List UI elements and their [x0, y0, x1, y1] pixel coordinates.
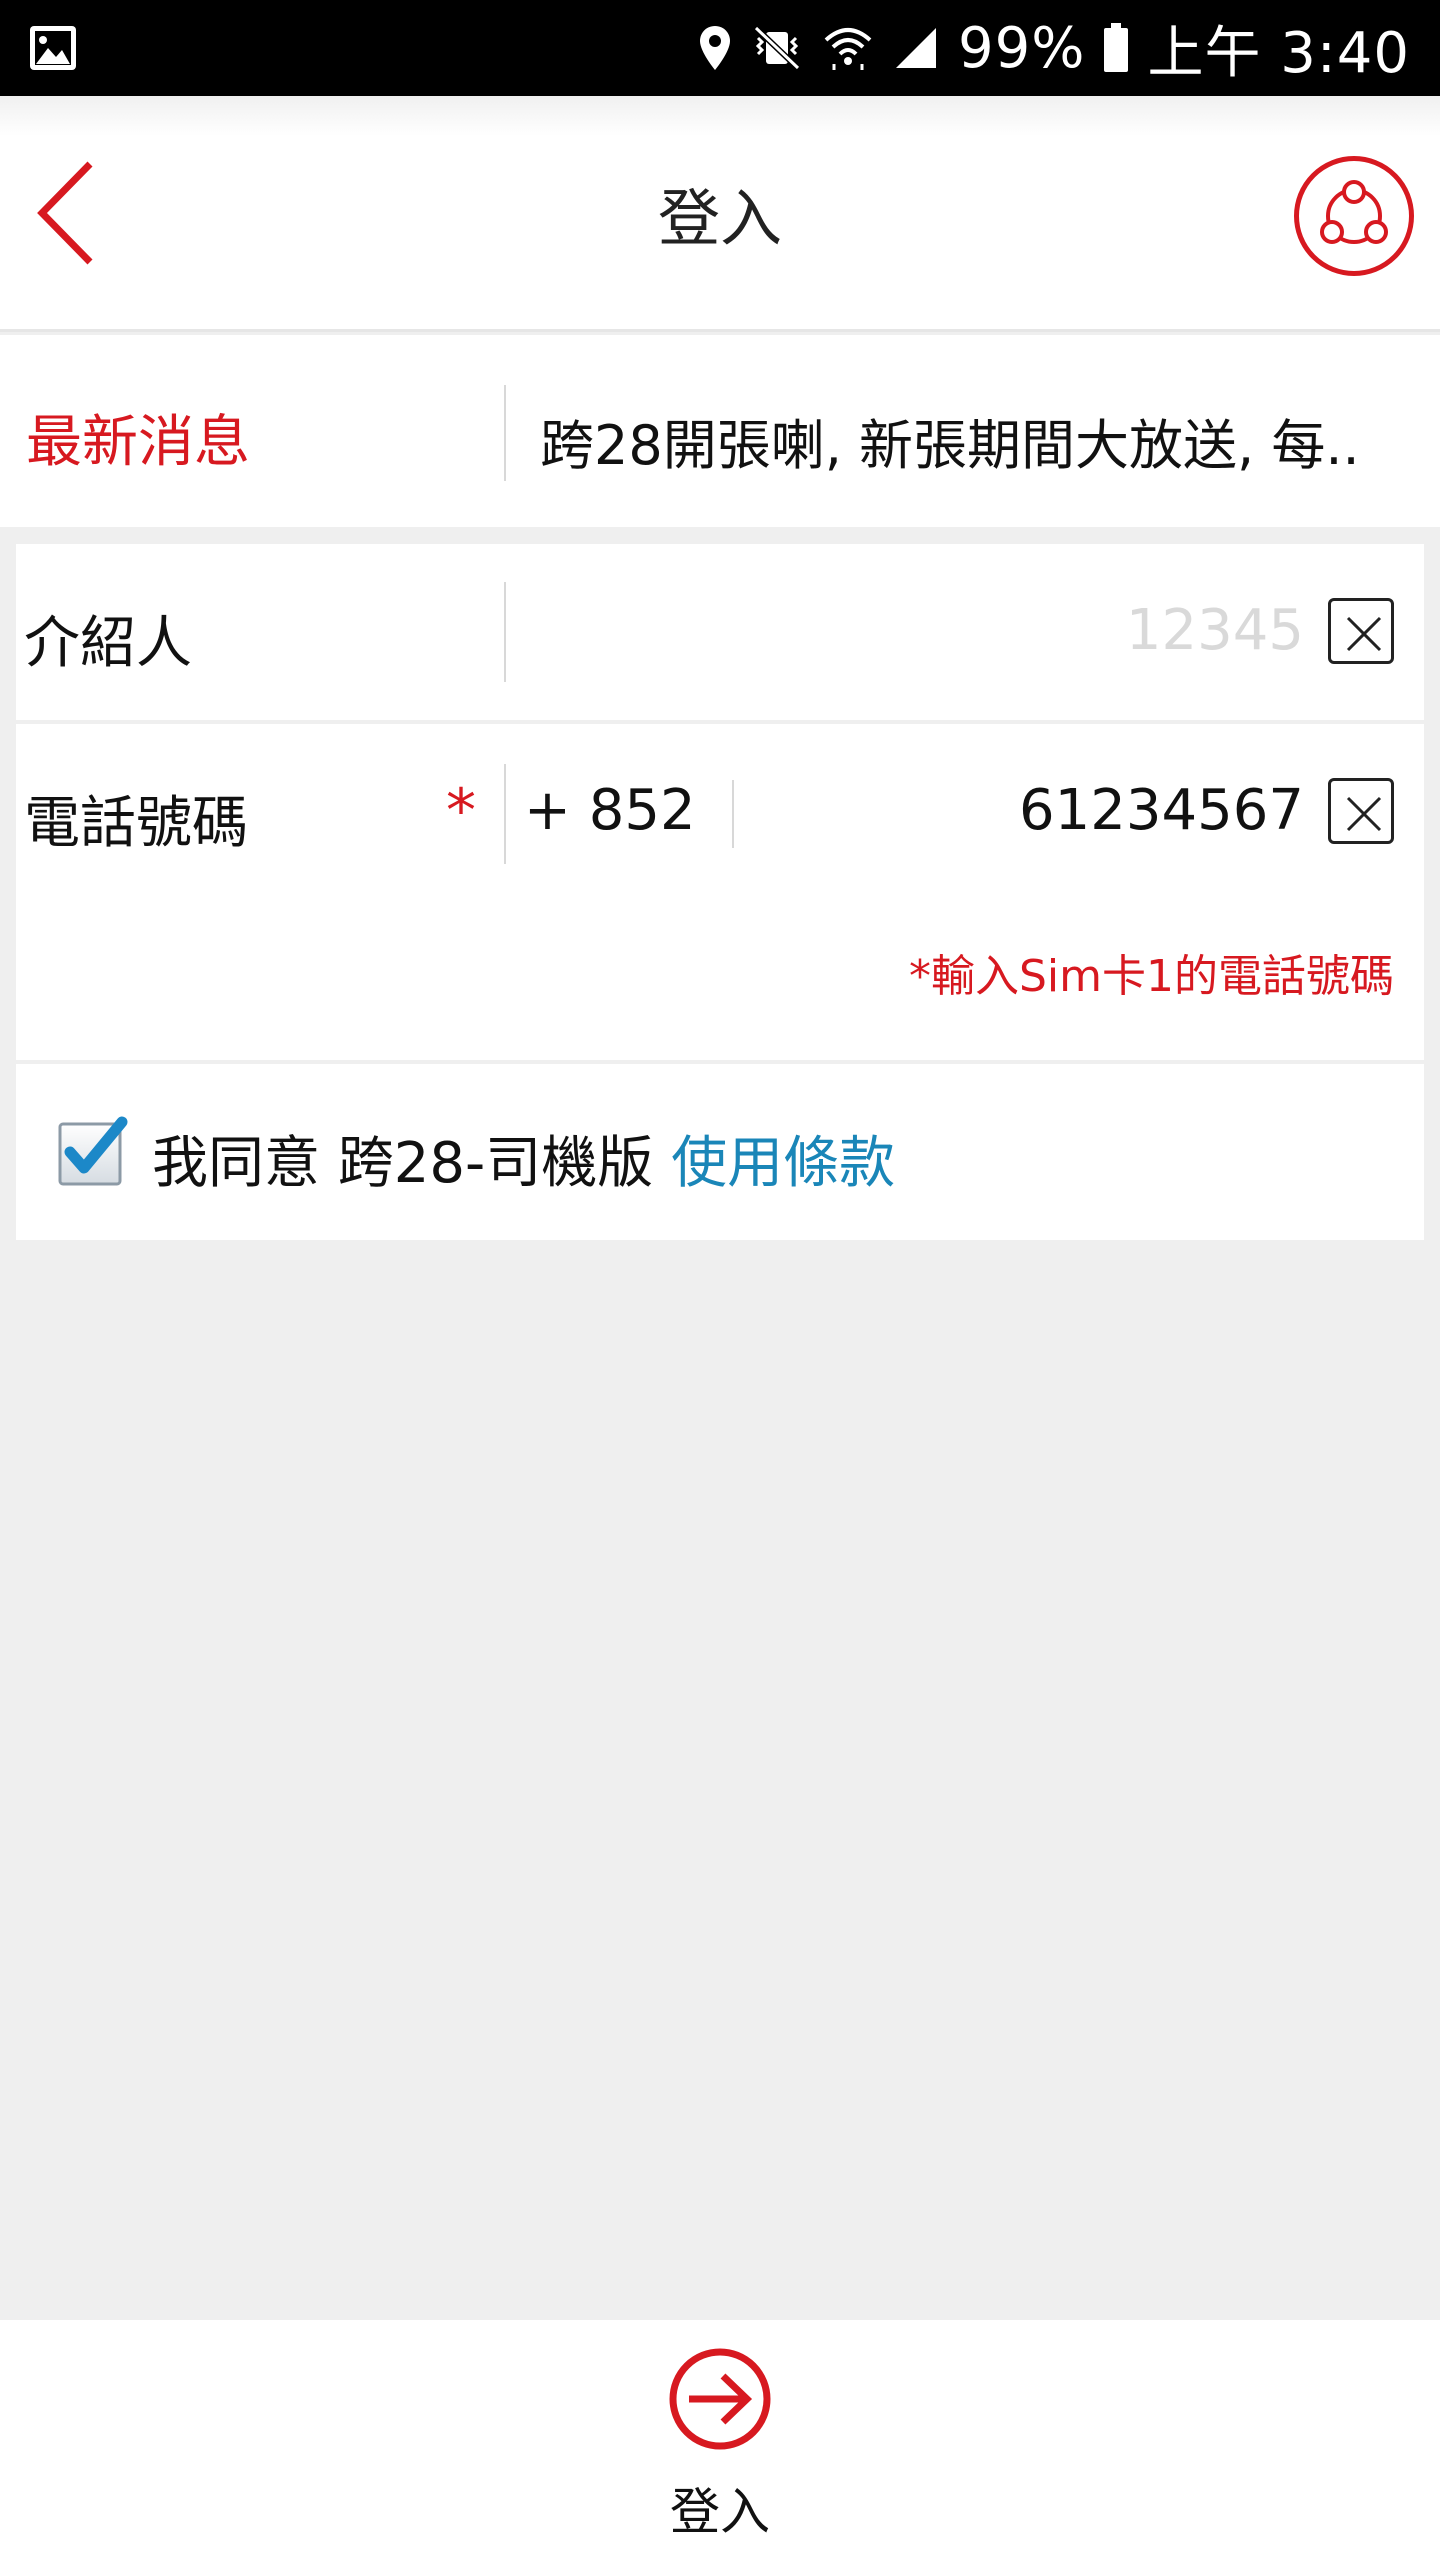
- checkmark-icon: [58, 1116, 128, 1186]
- signal-icon: [895, 28, 936, 68]
- news-divider: [504, 385, 506, 481]
- share-button[interactable]: [1294, 156, 1414, 276]
- battery-icon: [1104, 23, 1129, 72]
- location-icon: [699, 26, 730, 70]
- referrer-input[interactable]: 12345: [1126, 598, 1304, 663]
- agree-checkbox[interactable]: [56, 1116, 128, 1186]
- login-button[interactable]: 登入: [0, 2320, 1440, 2560]
- clock: 上午 3:40: [1147, 20, 1410, 86]
- phone-input[interactable]: 61234567: [1019, 778, 1304, 843]
- agreement-label: 我同意 跨28-司機版: [152, 1131, 672, 1196]
- terms-link[interactable]: 使用條款: [671, 1131, 895, 1196]
- news-ticker[interactable]: 最新消息 跨28開張喇, 新張期間大放送, 每..: [0, 335, 1440, 527]
- phone-hint: *輸入Sim卡1的電話號碼: [908, 951, 1394, 1002]
- prefix-divider: [732, 780, 734, 848]
- page-title: 登入: [657, 182, 782, 255]
- image-notification-icon: [30, 26, 76, 70]
- close-icon: [1346, 796, 1382, 832]
- phone-divider: [504, 764, 506, 864]
- news-label: 最新消息: [26, 410, 250, 475]
- agreement-text: 我同意 跨28-司機版 使用條款: [152, 1118, 895, 1199]
- news-headline: 跨28開張喇, 新張期間大放送, 每..: [540, 414, 1360, 477]
- vibrate-mute-icon: [753, 25, 801, 71]
- login-arrow-icon: [669, 2348, 771, 2450]
- referrer-row: 介紹人 12345: [16, 544, 1424, 720]
- required-mark: *: [446, 776, 476, 846]
- status-bar: 99% 上午 3:40: [0, 0, 1440, 96]
- close-icon: [1346, 616, 1382, 652]
- login-label: 登入: [670, 2483, 770, 2541]
- referrer-divider: [504, 582, 506, 682]
- app-bar: 登入: [0, 96, 1440, 332]
- country-code-selector[interactable]: + 852: [524, 778, 696, 843]
- status-icons: 99% 上午 3:40: [698, 0, 1410, 96]
- referrer-label: 介紹人: [24, 611, 192, 676]
- wifi-icon: [824, 28, 872, 70]
- share-icon: [1320, 180, 1388, 244]
- phone-row: 電話號碼 * + 852 61234567 *輸入Sim卡1的電話號碼: [16, 724, 1424, 1060]
- phone-clear-button[interactable]: [1328, 778, 1394, 844]
- battery-percentage: 99%: [957, 15, 1086, 81]
- phone-label: 電話號碼: [24, 791, 248, 856]
- referrer-clear-button[interactable]: [1328, 598, 1394, 664]
- agreement-row: 我同意 跨28-司機版 使用條款: [16, 1064, 1424, 1240]
